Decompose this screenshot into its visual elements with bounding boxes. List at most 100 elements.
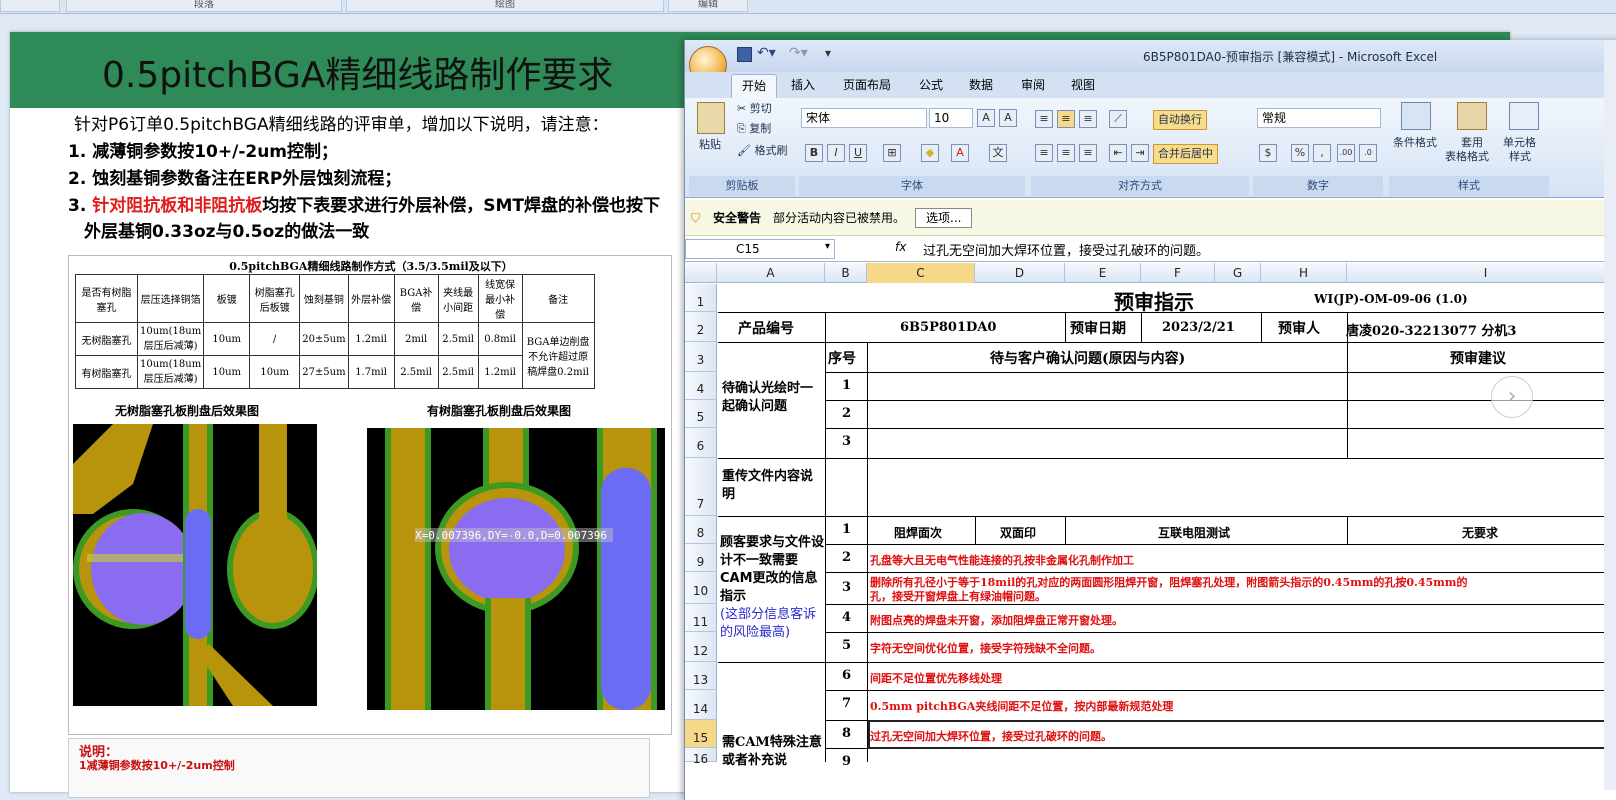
grow-font-icon[interactable]: A [977,109,995,127]
column-header[interactable]: F [1141,263,1215,283]
seq-header[interactable]: 序号 [828,348,856,368]
select-all-corner[interactable] [685,263,717,283]
ppt-group-paragraph[interactable]: 段落 [66,0,342,12]
seq-cell[interactable]: 1 [842,522,851,537]
align-middle-icon[interactable]: ≡ [1057,110,1075,128]
decrease-indent-icon[interactable]: ⇤ [1109,144,1127,162]
row-header[interactable]: 16 [685,748,717,766]
r10-text-b[interactable]: 孔，接受开窗焊盘上有绿油帽问题。 [870,588,1046,604]
column-header[interactable]: G [1215,263,1261,283]
r8-no-requirement[interactable]: 无要求 [1462,524,1498,541]
r9-text[interactable]: 孔盘等大且无电气性能连接的孔按非金属化孔制作加工 [870,552,1134,568]
column-header[interactable]: H [1261,263,1347,283]
r8-solder-side[interactable]: 阻焊面次 [894,524,942,541]
column-header[interactable]: E [1065,263,1141,283]
ppt-group-editing[interactable]: 编辑 [668,0,748,12]
borders-icon[interactable]: ⊞ [883,144,901,162]
column-header[interactable]: D [975,263,1065,283]
seq-cell[interactable]: 7 [842,696,851,711]
seq-cell[interactable]: 1 [842,378,851,393]
font-name-select[interactable]: 宋体 [801,108,927,128]
column-header[interactable]: I [1347,263,1616,283]
product-value[interactable]: 6B5P801DA0 [900,320,996,335]
italic-button[interactable]: I [827,144,845,162]
align-left-icon[interactable]: ≡ [1035,144,1053,162]
row-header[interactable]: 13 [685,662,717,690]
wrap-text-button[interactable]: 自动换行 [1153,110,1207,130]
align-bottom-icon[interactable]: ≡ [1079,110,1097,128]
row-header[interactable]: 2 [685,312,717,342]
row-header[interactable]: 1 [685,284,717,312]
ppt-group-drawing[interactable]: 绘图 [346,0,664,12]
row-header[interactable]: 10 [685,572,717,604]
seq-cell[interactable]: 5 [842,638,851,653]
sheet-grid[interactable]: 预审指示 WI(JP)-OM-09-06 (1.0) 产品编号 6B5P801D… [718,284,1616,769]
name-box-dropdown-icon[interactable]: ▾ [825,241,830,252]
group-label-special[interactable]: 需CAM特殊注意或者补充说 [722,734,822,770]
column-header[interactable]: A [717,263,825,283]
align-top-icon[interactable]: ≡ [1035,110,1053,128]
paste-icon[interactable] [697,102,725,134]
row-header[interactable]: 14 [685,690,717,720]
sheet-title[interactable]: 预审指示 [1114,286,1194,315]
r15-text[interactable]: 过孔无空间加大焊环位置，接受过孔破环的问题。 [870,728,1112,744]
group-label-risk-note[interactable]: (这部分信息客诉的风险最高) [720,606,824,642]
row-header[interactable]: 15 [685,720,717,748]
format-painter-button[interactable]: 🖌 格式刷 [737,144,787,158]
copy-button[interactable]: ⎘ 复制 [737,122,771,136]
seq-cell[interactable]: 3 [842,434,851,449]
column-header[interactable]: B [825,263,867,283]
advice-header[interactable]: 预审建议 [1450,348,1506,368]
tab-formulas[interactable]: 公式 [909,74,953,98]
date-value[interactable]: 2023/2/21 [1162,320,1235,335]
seq-cell[interactable]: 2 [842,406,851,421]
column-header[interactable]: C [867,263,975,283]
row-header[interactable]: 7 [685,458,717,516]
seq-cell[interactable]: 8 [842,726,851,741]
formula-input[interactable]: 过孔无空间加大焊环位置，接受过孔破环的问题。 [923,240,1209,259]
cut-button[interactable]: ✂ 剪切 [737,102,772,116]
next-arrow-icon[interactable]: › [1491,376,1533,418]
cell-styles-icon[interactable] [1509,102,1539,130]
r12-text[interactable]: 字符无空间优化位置，接受字符残缺不全问题。 [870,640,1101,656]
format-as-table-button[interactable]: 套用 [1461,136,1483,150]
tab-view[interactable]: 视图 [1061,74,1105,98]
r11-text[interactable]: 附图点亮的焊盘未开窗，添加阻焊盘正常开窗处理。 [870,612,1123,628]
group-label-resend[interactable]: 重传文件内容说明 [722,468,822,504]
seq-cell[interactable]: 4 [842,610,851,625]
tab-data[interactable]: 数据 [959,74,1003,98]
undo-icon[interactable]: ↶▾ [757,45,776,61]
row-header[interactable]: 11 [685,604,717,632]
seq-cell[interactable]: 9 [842,754,851,769]
r14-text[interactable]: 0.5mm pitchBGA夹线间距不足位置，按内部最新规范处理 [870,698,1173,714]
seq-cell[interactable]: 3 [842,580,851,595]
seq-cell[interactable]: 6 [842,668,851,683]
name-box[interactable]: C15 [685,239,835,259]
issue-header[interactable]: 待与客户确认问题(原因与内容) [990,348,1185,368]
align-center-icon[interactable]: ≡ [1057,144,1075,162]
fill-color-icon[interactable]: ◆ [921,144,939,162]
comma-button[interactable]: , [1313,144,1331,162]
security-options-button[interactable]: 选项... [915,208,973,228]
group-label-confirm[interactable]: 待确认光绘时一起确认问题 [722,380,822,416]
percent-button[interactable]: % [1291,144,1309,162]
reviewer-value[interactable]: 唐凌020-32213077 分机3 [1346,320,1516,339]
row-header[interactable]: 5 [685,400,717,428]
font-size-select[interactable]: 10 [929,108,973,128]
product-label[interactable]: 产品编号 [738,318,794,338]
date-label[interactable]: 预审日期 [1070,318,1126,338]
row-header[interactable]: 4 [685,372,717,400]
align-right-icon[interactable]: ≡ [1079,144,1097,162]
save-icon[interactable] [737,47,752,62]
tab-insert[interactable]: 插入 [781,74,825,98]
seq-cell[interactable]: 2 [842,550,851,565]
shrink-font-icon[interactable]: A [999,109,1017,127]
number-format-select[interactable]: 常规 [1257,108,1381,128]
row-header[interactable]: 6 [685,428,717,458]
conditional-format-icon[interactable] [1401,102,1431,130]
qat-customize-icon[interactable]: ▾ [825,46,831,60]
increase-indent-icon[interactable]: ⇥ [1131,144,1149,162]
r8-double-print[interactable]: 双面印 [1000,524,1036,541]
fx-icon[interactable]: fx [895,240,906,254]
cell-styles-button[interactable]: 单元格 [1503,136,1536,150]
